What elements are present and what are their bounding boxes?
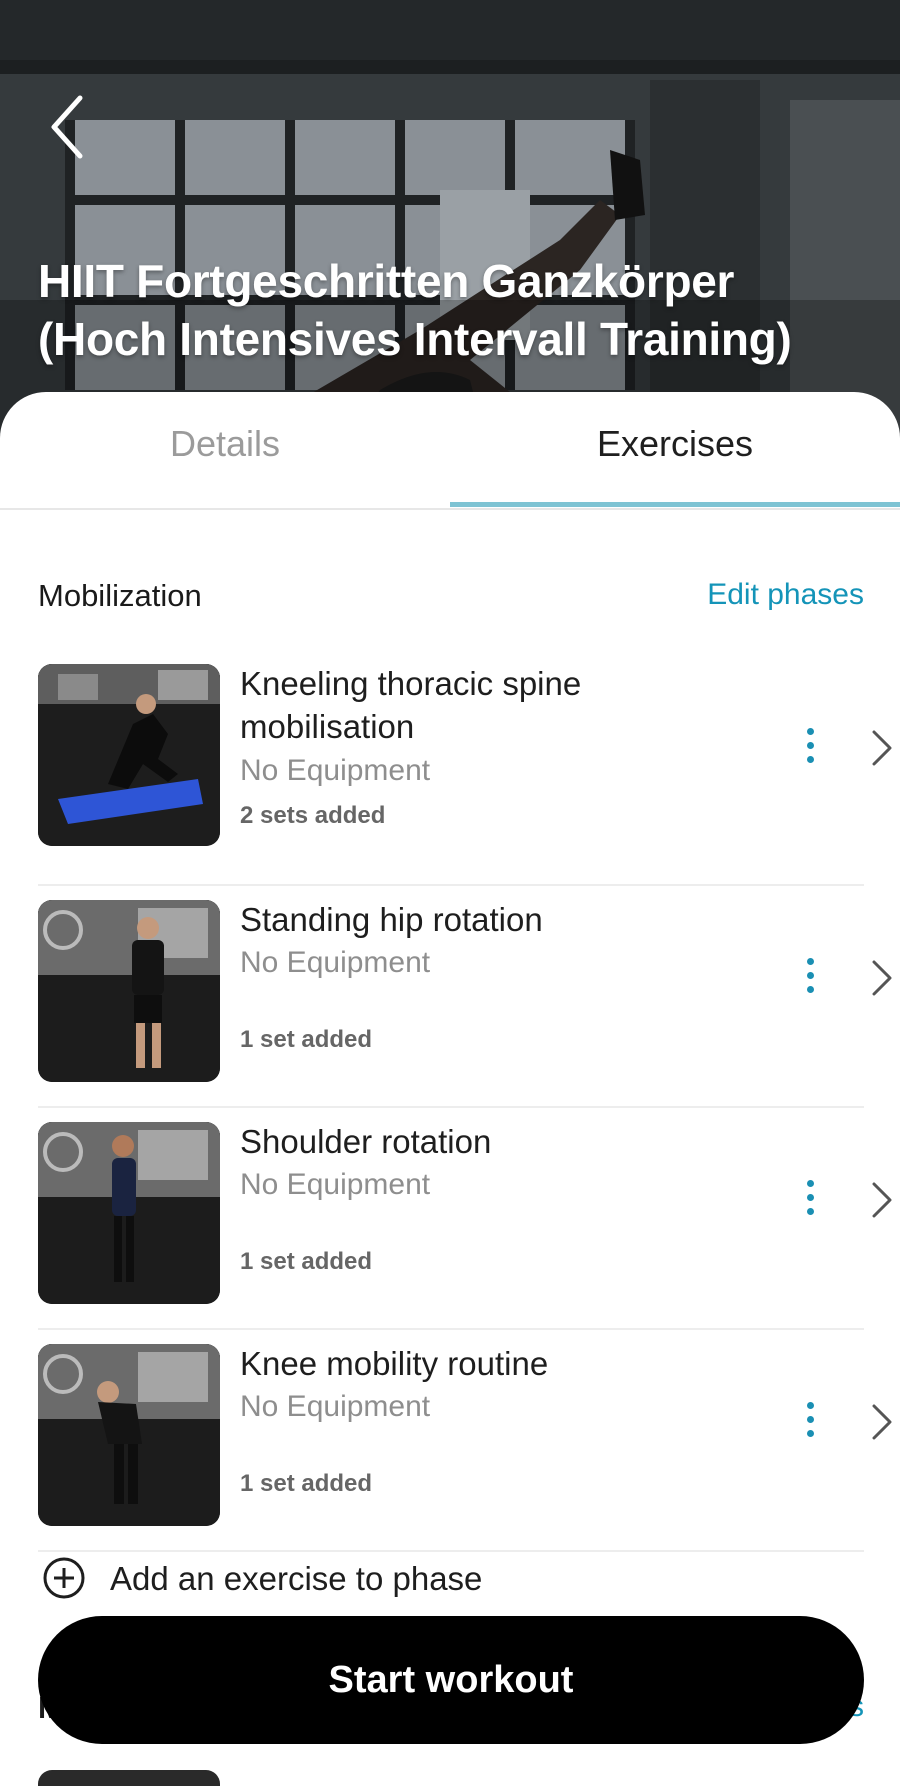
exercise-equipment: No Equipment <box>240 1390 431 1423</box>
exercise-thumbnail <box>38 900 220 1082</box>
exercise-sets: 2 sets added <box>240 802 386 829</box>
exercise-sets: 1 set added <box>240 1248 373 1275</box>
exercise-equipment: No Equipment <box>240 946 431 979</box>
exercise-equipment: No Equipment <box>240 754 431 787</box>
workout-title: HIIT Fortgeschritten Ganzkörper (Hoch In… <box>38 252 878 368</box>
exercise-equipment: No Equipment <box>240 1168 431 1201</box>
more-options-button[interactable] <box>800 958 820 1002</box>
exercise-thumbnail <box>38 1344 220 1526</box>
exercise-row[interactable]: Kneeling thoracic spine mobilisation No … <box>38 650 892 886</box>
content-sheet: Details Exercises Mobilization Edit phas… <box>0 392 900 1786</box>
more-options-button[interactable] <box>800 728 820 772</box>
hero-background-image <box>0 0 900 440</box>
kebab-vertical-icon <box>800 1402 820 1437</box>
kebab-vertical-icon <box>800 958 820 993</box>
exercise-name: Knee mobility routine <box>240 1345 549 1382</box>
exercise-name: Shoulder rotation <box>240 1123 492 1160</box>
exercise-thumbnail <box>38 1122 220 1304</box>
exercise-sets: 1 set added <box>240 1026 373 1053</box>
chevron-right-icon <box>872 1182 892 1218</box>
exercise-row[interactable]: Shoulder rotation No Equipment 1 set add… <box>38 1108 892 1330</box>
add-exercise-button[interactable]: Add an exercise to phase <box>38 1542 864 1614</box>
edit-phases-link[interactable]: Edit phases <box>707 578 864 612</box>
tab-exercises[interactable]: Exercises <box>450 420 900 500</box>
start-workout-button[interactable]: Start workout <box>38 1616 864 1744</box>
open-exercise-button[interactable] <box>866 1180 896 1220</box>
phase-title: Mobilization <box>38 578 202 613</box>
exercise-sets: 1 set added <box>240 1470 373 1497</box>
chevron-left-icon <box>51 95 83 159</box>
kebab-vertical-icon <box>800 728 820 763</box>
workout-title-line-1: HIIT Fortgeschritten Ganzkörper <box>38 255 735 307</box>
tab-details[interactable]: Details <box>0 420 450 500</box>
exercise-list: Kneeling thoracic spine mobilisation No … <box>38 650 892 1552</box>
more-options-button[interactable] <box>800 1402 820 1446</box>
exercise-thumbnail <box>38 664 220 846</box>
chevron-right-icon <box>872 1404 892 1440</box>
add-exercise-label: Add an exercise to phase <box>110 1560 483 1597</box>
more-options-button[interactable] <box>800 1180 820 1224</box>
back-button[interactable] <box>40 92 96 162</box>
chevron-right-icon <box>872 730 892 766</box>
exercise-name: Kneeling thoracic spine mobilisation <box>240 665 582 745</box>
plus-circle-icon <box>43 1557 85 1599</box>
active-tab-indicator <box>450 502 900 507</box>
kebab-vertical-icon <box>800 1180 820 1215</box>
workout-title-line-2: (Hoch Intensives Intervall Training) <box>38 313 792 365</box>
hero-banner: HIIT Fortgeschritten Ganzkörper (Hoch In… <box>0 0 900 440</box>
tab-bar: Details Exercises <box>0 392 900 510</box>
open-exercise-button[interactable] <box>866 1402 896 1442</box>
phase-header: Mobilization Edit phases <box>38 572 864 622</box>
open-exercise-button[interactable] <box>866 958 896 998</box>
exercise-row[interactable]: Standing hip rotation No Equipment 1 set… <box>38 886 892 1108</box>
exercise-row[interactable]: Knee mobility routine No Equipment 1 set… <box>38 1330 892 1552</box>
exercise-name: Standing hip rotation <box>240 901 543 938</box>
open-exercise-button[interactable] <box>866 728 896 768</box>
chevron-right-icon <box>872 960 892 996</box>
next-exercise-thumbnail <box>38 1770 220 1786</box>
